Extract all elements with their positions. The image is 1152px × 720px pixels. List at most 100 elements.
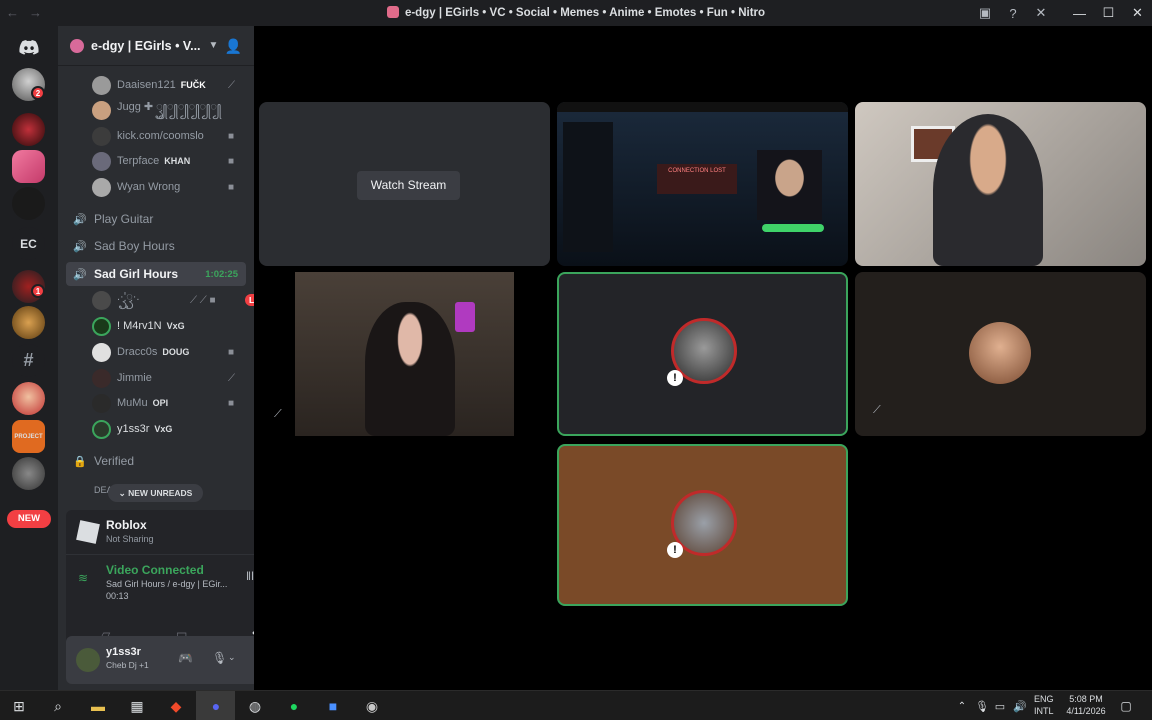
channel-sidebar: e-dgy | EGirls • V... ▼ 👤 Daaisen121 FUČ… <box>58 26 304 690</box>
screen-share-tile[interactable]: CONNECTION LOST <box>557 102 848 266</box>
search-icon[interactable]: ⌕ <box>48 696 68 716</box>
new-indicator[interactable]: NEW <box>7 510 51 528</box>
server-project-icon[interactable]: PROJECT <box>12 420 45 453</box>
server-icon[interactable] <box>12 382 45 415</box>
server-icon[interactable] <box>12 113 45 146</box>
game-controller-icon[interactable]: 🎮 <box>178 651 193 665</box>
voice-status: Video Connected <box>106 563 204 577</box>
avatar <box>92 126 111 146</box>
server-icon[interactable] <box>12 187 45 220</box>
user-tile[interactable]: ⟋ <box>855 272 1146 436</box>
voice-user[interactable]: y1ss3r VxG <box>92 418 172 440</box>
voice-user[interactable]: Dracc0s DOUG ■ <box>92 341 234 363</box>
brave-browser-icon[interactable]: ◆ <box>166 696 186 716</box>
tools-icon[interactable]: ✕ <box>1027 5 1055 21</box>
app-icon[interactable]: ◉ <box>362 696 382 716</box>
user-avatar <box>969 322 1031 384</box>
inbox-icon[interactable]: ▣ <box>971 5 999 21</box>
voice-user[interactable]: MuMu OPI ■ <box>92 392 234 414</box>
notifications-icon[interactable]: ▢ <box>1116 696 1136 716</box>
server-icon[interactable] <box>12 150 45 183</box>
new-unreads-label: NEW UNREADS <box>128 488 193 498</box>
guild-header[interactable]: e-dgy | EGirls • V... ▼ 👤 <box>58 26 254 66</box>
voice-user[interactable]: Wyan Wrong ■ <box>92 176 234 198</box>
microphone-icon[interactable]: 🎙 <box>972 696 992 716</box>
hashtag-server-icon[interactable]: # <box>12 344 45 377</box>
close-button[interactable]: ✕ <box>1123 5 1152 21</box>
microphone-icon[interactable]: 🎙 <box>212 651 227 665</box>
app-icon[interactable]: ■ <box>323 696 343 716</box>
camera-icon: ■ <box>228 155 235 167</box>
stream-bar <box>762 224 824 232</box>
lock-icon: 🔒 <box>73 455 87 468</box>
muted-mic-icon: ⟋ <box>873 404 881 416</box>
voice-user[interactable]: Terpface KHAN ■ <box>92 150 234 172</box>
voice-user[interactable]: .·'ꦽꦽ·. ⟋ ⟋ ■ LIVE <box>92 289 272 311</box>
server-icon[interactable] <box>12 457 45 490</box>
camera-icon: ■ <box>228 346 235 358</box>
role-tag: VxG <box>154 424 173 434</box>
voice-channel-sad-boy-hours[interactable]: 🔊 Sad Boy Hours <box>66 234 246 258</box>
video-stage: Watch Stream CONNECTION LOST ⟋ ! ⟋ ! <box>254 26 1152 690</box>
invite-people-icon[interactable]: 👤 <box>225 38 242 55</box>
voice-user[interactable]: ! M4rv1N VxG <box>92 315 185 337</box>
chevron-down-icon: ⌄ <box>118 488 126 498</box>
chevron-down-icon[interactable]: ⌄ <box>228 652 236 663</box>
avatar[interactable] <box>76 648 100 672</box>
person-figure <box>365 302 455 436</box>
voice-user-name: Dracc0s <box>117 346 158 358</box>
server-icon <box>386 6 399 18</box>
voice-user[interactable]: Jimmie ⟋ <box>92 367 235 389</box>
speaking-user-tile[interactable]: ! <box>557 272 848 436</box>
avatar <box>92 419 111 439</box>
speaker-icon: 🔊 <box>73 240 87 253</box>
stream-tile[interactable]: Watch Stream <box>259 102 550 266</box>
volume-icon[interactable]: 🔊 <box>1010 696 1030 716</box>
chevron-up-icon[interactable]: ⌃ <box>952 696 972 716</box>
file-explorer-icon[interactable]: ▬ <box>88 696 108 716</box>
discord-taskbar-icon[interactable]: ● <box>206 696 226 716</box>
clock[interactable]: 5:08 PM 4/11/2026 <box>1060 693 1112 717</box>
avatar <box>92 151 111 171</box>
speaking-user-tile[interactable]: ! <box>557 444 848 606</box>
guild-name: e-dgy | EGirls • V... <box>91 38 201 53</box>
language-code: ENG <box>1034 694 1054 704</box>
voice-user[interactable]: Daaisen121 FUČK ⟋ <box>92 74 235 96</box>
server-ec-icon[interactable]: EC <box>12 227 45 260</box>
channel-name: Sad Girl Hours <box>94 267 179 281</box>
channel-verified[interactable]: 🔒 Verified <box>66 449 246 473</box>
discord-home-icon[interactable] <box>12 31 45 64</box>
camera-tile[interactable] <box>295 272 514 436</box>
username: y1ss3r <box>106 646 141 658</box>
activity-name: Roblox <box>106 518 147 532</box>
channel-name: Play Guitar <box>94 212 154 226</box>
signal-icon: ≋ <box>78 571 89 585</box>
muted-mic-icon: ⟋ <box>228 79 235 91</box>
app-icon[interactable]: ◍ <box>245 696 265 716</box>
help-icon[interactable]: ? <box>999 6 1027 21</box>
minimize-button[interactable]: — <box>1065 6 1094 21</box>
warning-icon: ! <box>667 370 683 386</box>
watch-stream-button[interactable]: Watch Stream <box>357 171 460 200</box>
maximize-button[interactable]: ☐ <box>1094 5 1123 21</box>
stream-sidebar <box>563 122 613 252</box>
network-icon[interactable]: ▭ <box>990 696 1010 716</box>
server-icon[interactable] <box>12 306 45 339</box>
camera-tile[interactable] <box>855 102 1146 266</box>
voice-channel-play-guitar[interactable]: 🔊 Play Guitar <box>66 207 246 231</box>
window-title-text: e-dgy | EGirls • VC • Social • Memes • A… <box>404 7 766 19</box>
voice-channel-sad-girl-hours[interactable]: 🔊 Sad Girl Hours 1:02:25 <box>66 262 246 286</box>
voice-channel-link[interactable]: Sad Girl Hours / e-dgy | EGir... <box>106 579 227 589</box>
muted-icons: ⟋ ⟋ ■ <box>190 294 216 306</box>
light-prop <box>455 302 475 332</box>
warning-icon: ! <box>667 542 683 558</box>
voice-user[interactable]: kick.com/coomslo ■ <box>92 125 234 147</box>
activity-status: Not Sharing <box>106 534 154 544</box>
stream-dialog: CONNECTION LOST <box>657 164 737 194</box>
language-indicator[interactable]: ENG INTL <box>1034 693 1054 717</box>
windows-start-icon[interactable]: ⊞ <box>9 696 29 716</box>
store-icon[interactable]: ▦ <box>127 696 147 716</box>
spotify-icon[interactable]: ● <box>284 696 304 716</box>
new-unreads-button[interactable]: ⌄ NEW UNREADS <box>108 484 203 502</box>
voice-user[interactable]: Jugg ✚ ꦽ꧀꧀꧀꧀꧀꧀ <box>92 99 221 121</box>
